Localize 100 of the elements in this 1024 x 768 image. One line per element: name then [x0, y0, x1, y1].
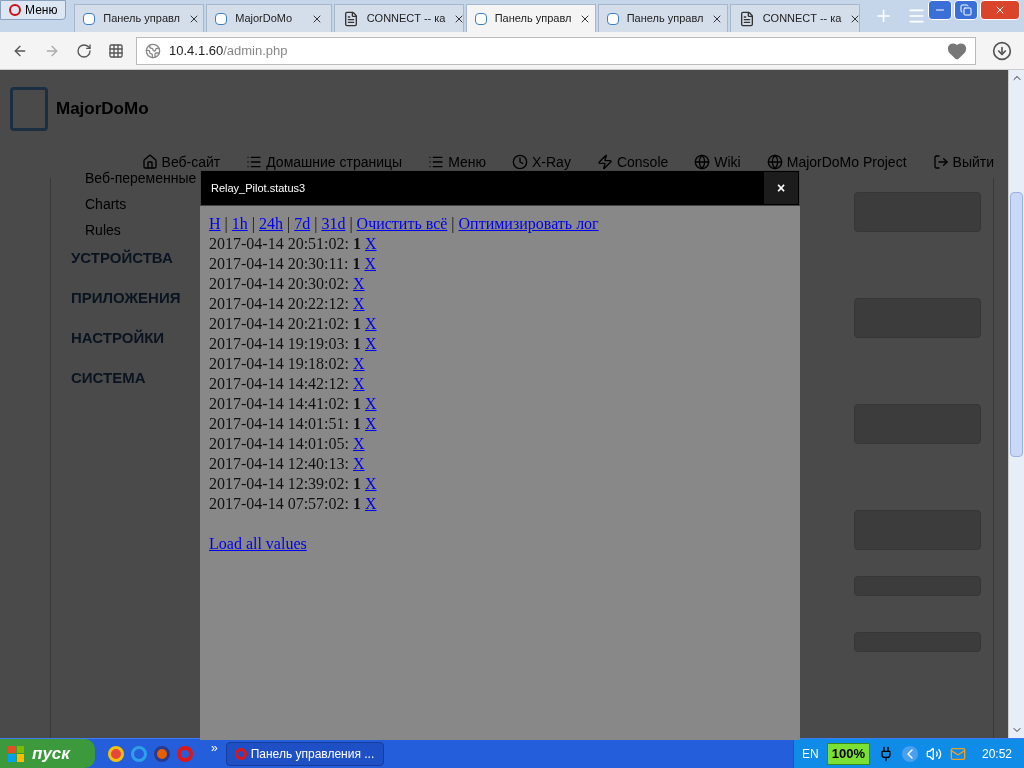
filter-link[interactable]: 7d [294, 214, 311, 234]
filter-link[interactable]: H [209, 214, 221, 234]
nav-link[interactable]: MajorDoMo Project [766, 151, 907, 173]
taskbar-button[interactable]: Панель управления ... [225, 741, 384, 766]
filter-link[interactable]: 24h [258, 214, 283, 234]
load-all-link[interactable]: Load all values [209, 534, 307, 554]
sidebar-link[interactable]: Charts [85, 194, 200, 213]
delete-link[interactable]: X [353, 274, 365, 294]
speed-dial-icon[interactable] [108, 42, 124, 59]
delete-link[interactable]: X [365, 234, 377, 254]
log-value: 1 [353, 314, 361, 334]
scrollbar[interactable] [1008, 70, 1024, 738]
delete-link[interactable]: X [364, 254, 376, 274]
log-time: 2017-04-14 20:30:11: [209, 254, 349, 274]
browser-tab[interactable]: Панель управл [465, 4, 596, 32]
battery-indicator[interactable]: 100% [826, 742, 870, 765]
nav-link[interactable]: Выйти [932, 151, 994, 173]
tab-title: CONNECT -- ка [762, 11, 842, 27]
browser-tab[interactable]: CONNECT -- ка [729, 4, 860, 32]
sidebar-section[interactable]: ПРИЛОЖЕНИЯ [71, 287, 200, 306]
chevron-icon[interactable] [901, 745, 918, 762]
browser-tab[interactable]: Панель управл [74, 4, 205, 32]
site-logo: MajorDoMo [56, 98, 149, 121]
delete-link[interactable]: X [353, 434, 365, 454]
speaker-icon[interactable] [925, 745, 942, 762]
close-button[interactable] [980, 0, 1020, 20]
browser-tab[interactable]: CONNECT -- ка [333, 4, 464, 32]
delete-link[interactable]: X [365, 314, 377, 334]
log-time: 2017-04-14 12:40:13: [209, 454, 349, 474]
log-time: 2017-04-14 14:01:51: [209, 414, 349, 434]
browser-tab[interactable]: Панель управл [597, 4, 728, 32]
delete-link[interactable]: X [365, 494, 377, 514]
tab-title: CONNECT -- ка [366, 11, 446, 27]
separator: | [451, 214, 455, 234]
tab-title: Панель управл [626, 11, 704, 27]
delete-link[interactable]: X [365, 334, 377, 354]
close-icon [994, 4, 1006, 16]
more-chevron[interactable]: » [211, 738, 218, 757]
log-value: 1 [353, 234, 361, 254]
log-value: 1 [353, 394, 361, 414]
separator: | [286, 214, 291, 234]
list-icon [428, 154, 445, 170]
log-time: 2017-04-14 20:51:02: [209, 234, 349, 254]
filter-link[interactable]: 31d [321, 214, 346, 234]
logout-icon [932, 154, 949, 170]
heart-icon[interactable] [947, 40, 967, 61]
home-icon [141, 154, 158, 170]
tab-title: Панель управл [103, 11, 181, 27]
nav-link[interactable]: Wiki [694, 151, 741, 173]
delete-link[interactable]: X [353, 354, 365, 374]
log-time: 2017-04-14 19:19:03: [209, 334, 349, 354]
delete-link[interactable]: X [353, 294, 365, 314]
filter-link[interactable]: Оптимизировать лог [458, 214, 599, 234]
dialog-title: Relay_Pilot.status3 [210, 180, 307, 196]
page-icon [342, 10, 359, 27]
log-time: 2017-04-14 19:18:02: [209, 354, 349, 374]
sidebar-link[interactable]: Rules [85, 220, 200, 239]
windows-logo-icon [8, 745, 24, 762]
log-time: 2017-04-14 20:22:12: [209, 294, 349, 314]
nav-link[interactable]: Console [596, 151, 669, 173]
sidebar-section[interactable]: УСТРОЙСТВА [71, 247, 200, 266]
opera-logo-icon [9, 4, 21, 16]
tab-title: MajorDoMo [235, 11, 294, 27]
url-text: 10.4.1.60/admin.php [169, 41, 288, 60]
download-icon[interactable] [992, 40, 1012, 61]
opera-icon [234, 747, 247, 760]
language-indicator[interactable]: EN [802, 744, 819, 763]
menu-button[interactable]: Меню [0, 0, 67, 20]
reload-icon[interactable] [76, 42, 92, 59]
nav-link[interactable]: Меню [428, 151, 486, 173]
restore-button[interactable] [954, 0, 978, 20]
browser-tab[interactable]: MajorDoMo [206, 4, 332, 32]
log-time: 2017-04-14 20:30:02: [209, 274, 349, 294]
minimize-button[interactable] [928, 0, 952, 20]
log-time: 2017-04-14 20:21:02: [209, 314, 349, 334]
sidebar-section[interactable]: СИСТЕМА [71, 367, 200, 386]
tab-title: Панель управл [494, 11, 572, 27]
separator: | [349, 214, 353, 234]
log-value: 1 [352, 254, 361, 274]
delete-link[interactable]: X [353, 454, 365, 474]
globe-icon [145, 42, 161, 59]
address-field[interactable]: 10.4.1.60/admin.php [136, 36, 976, 65]
log-value: 1 [353, 414, 361, 434]
nav-link[interactable]: X-Ray [512, 151, 571, 173]
log-time: 2017-04-14 07:57:02: [209, 494, 349, 514]
list-icon [246, 154, 263, 170]
delete-link[interactable]: X [353, 374, 365, 394]
sidebar-section[interactable]: НАСТРОЙКИ [71, 327, 200, 346]
delete-link[interactable]: X [365, 414, 377, 434]
clock: 20:52 [981, 745, 1012, 763]
delete-link[interactable]: X [365, 394, 377, 414]
filter-link[interactable]: 1h [231, 214, 248, 234]
delete-link[interactable]: X [365, 474, 377, 494]
log-value: 1 [353, 494, 361, 514]
log-time: 2017-04-14 14:41:02: [209, 394, 349, 414]
filter-link[interactable]: Очистить всё [356, 214, 448, 234]
start-button[interactable]: пуск [0, 739, 95, 768]
restore-icon [960, 4, 972, 16]
nav-link[interactable]: Домашние страницы [246, 151, 403, 173]
close-button[interactable]: × [764, 172, 798, 204]
